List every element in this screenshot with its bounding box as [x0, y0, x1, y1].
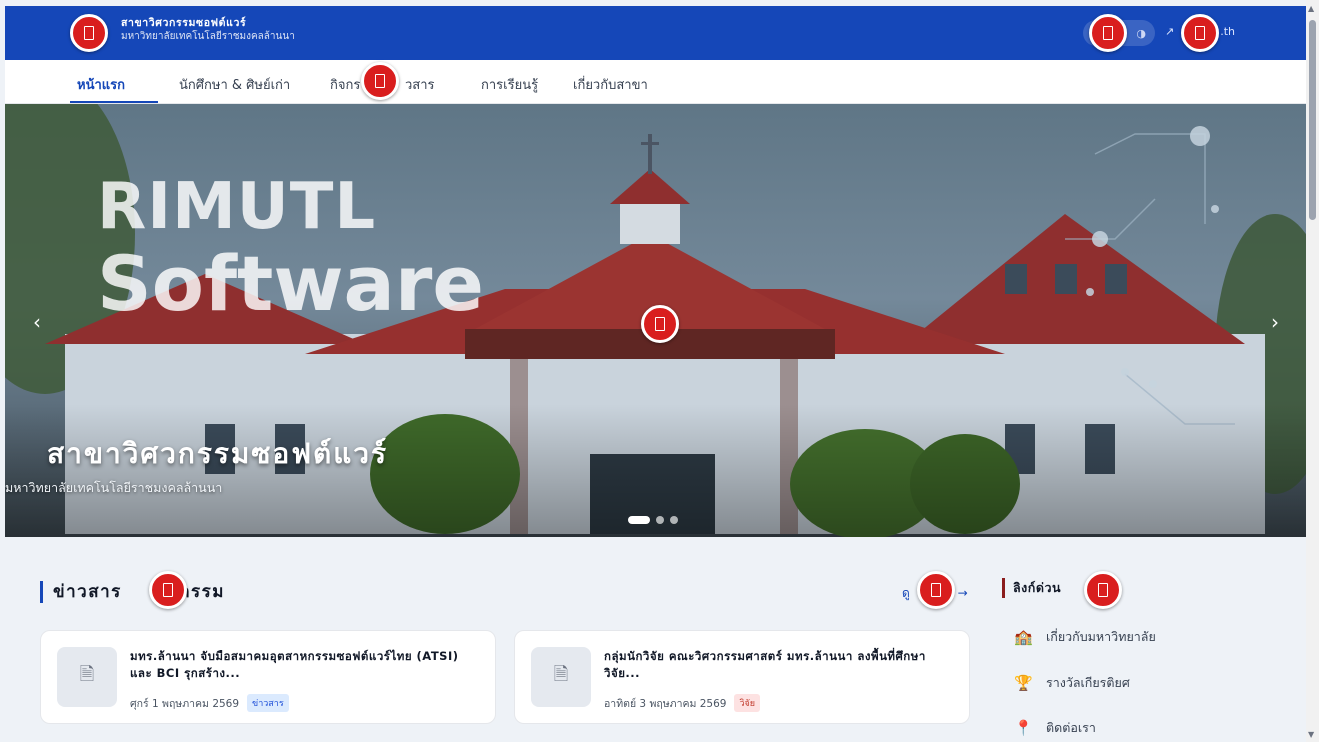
news-card-date: อาทิตย์ 3 พฤษภาคม 2569 [604, 697, 727, 710]
marker-theme-toggle [1089, 14, 1127, 52]
hero-brand-line2: Software [97, 239, 484, 328]
brand-subtitle: มหาวิทยาลัยเทคโนโลยีราชมงคลล้านนา [121, 31, 295, 42]
nav-home[interactable]: หน้าแรก [77, 74, 125, 95]
hero-subtitle: มหาวิทยาลัยเทคโนโลยีราชมงคลล้านนา [5, 480, 223, 495]
hero-brand-line1: RIMUTL [97, 170, 377, 244]
marker-quick-links [1084, 571, 1122, 609]
news-card-date: ศุกร์ 1 พฤษภาคม 2569 [130, 697, 240, 710]
quick-links-heading: ลิงก์ด่วน [1002, 578, 1061, 598]
carousel-dot-3[interactable] [670, 516, 678, 524]
carousel-dot-2[interactable] [656, 516, 664, 524]
document-icon: 🗎 [531, 647, 591, 707]
quick-link-label: เกี่ยวกับมหาวิทยาลัย [1046, 629, 1156, 644]
brand[interactable]: สาขาวิศวกรรมซอฟต์แวร์ มหาวิทยาลัยเทคโนโล… [121, 17, 295, 44]
scroll-down-icon[interactable]: ▼ [1308, 730, 1314, 739]
news-card-title: กลุ่มนักวิจัย คณะวิศวกรรมศาสตร์ มทร.ล้าน… [604, 649, 926, 680]
news-card-tag: วิจัย [734, 694, 761, 712]
quick-links-bar [1002, 578, 1005, 598]
nav-students-alumni[interactable]: นักศึกษา & ศิษย์เก่า [179, 74, 290, 95]
quick-link-label: ติดต่อเรา [1046, 720, 1096, 735]
news-card[interactable]: 🗎 กลุ่มนักวิจัย คณะวิศวกรรมศาสตร์ มทร.ล้… [514, 630, 970, 724]
location-pin-icon: 📍 [1014, 719, 1033, 737]
carousel-next-icon[interactable]: › [1265, 310, 1285, 334]
see-all-arrow-icon: → [957, 586, 968, 600]
news-card-tag: ข่าวสาร [247, 694, 289, 712]
nav-learning[interactable]: การเรียนรู้ [481, 74, 538, 95]
news-card-meta: ศุกร์ 1 พฤษภาคม 2569 ข่าวสาร [130, 694, 289, 712]
marker-see-all [917, 571, 955, 609]
see-all-text: ดู [902, 586, 910, 600]
quick-links-title: ลิงก์ด่วน [1013, 580, 1062, 595]
school-icon: 🏫 [1014, 628, 1033, 646]
nav-activities[interactable]: กิจกร [330, 74, 360, 95]
external-link-text: .th [1220, 25, 1235, 38]
news-card-meta: อาทิตย์ 3 พฤษภาคม 2569 วิจัย [604, 694, 761, 712]
hero-title: สาขาวิศวกรรมซอฟต์แวร์ [47, 437, 389, 470]
document-icon: 🗎 [57, 647, 117, 707]
main-nav: หน้าแรก นักศึกษา & ศิษย์เก่า กิจกร วสาร … [5, 60, 1306, 104]
quick-link-about-university[interactable]: 🏫 เกี่ยวกับมหาวิทยาลัย [1014, 627, 1156, 647]
nav-active-underline [70, 101, 158, 103]
external-link-icon: ↗ [1165, 25, 1175, 38]
nav-news[interactable]: วสาร [405, 74, 435, 95]
toggle-right-icon: ◑ [1136, 26, 1146, 40]
brand-title: สาขาวิศวกรรมซอฟต์แวร์ [121, 17, 247, 29]
marker-brand [70, 14, 108, 52]
scroll-thumb[interactable] [1309, 20, 1316, 220]
news-heading-bar [40, 580, 43, 603]
quick-link-awards[interactable]: 🏆 รางวัลเกียรติยศ [1014, 673, 1130, 693]
nav-about[interactable]: เกี่ยวกับสาขา [573, 74, 648, 95]
quick-link-contact[interactable]: 📍 ติดต่อเรา [1014, 718, 1096, 738]
news-card-title: มทร.ล้านนา จับมือสมาคมอุตสาหกรรมซอฟต์แวร… [130, 649, 459, 680]
marker-nav-activities [361, 62, 399, 100]
marker-external-link [1181, 14, 1219, 52]
carousel-dots [628, 516, 678, 524]
news-heading: ข่าวสาร จกรรม [40, 578, 225, 605]
marker-hero [641, 305, 679, 343]
quick-link-label: รางวัลเกียรติยศ [1046, 675, 1130, 690]
news-card[interactable]: 🗎 มทร.ล้านนา จับมือสมาคมอุตสาหกรรมซอฟต์แ… [40, 630, 496, 724]
trophy-icon: 🏆 [1014, 674, 1033, 692]
scroll-up-icon[interactable]: ▲ [1308, 4, 1314, 13]
carousel-prev-icon[interactable]: ‹ [27, 310, 47, 334]
page-scrollbar[interactable]: ▲ ▼ [1306, 0, 1319, 742]
marker-news-heading [149, 571, 187, 609]
news-heading-start: ข่าวสาร [53, 582, 122, 602]
carousel-dot-1[interactable] [628, 516, 650, 524]
